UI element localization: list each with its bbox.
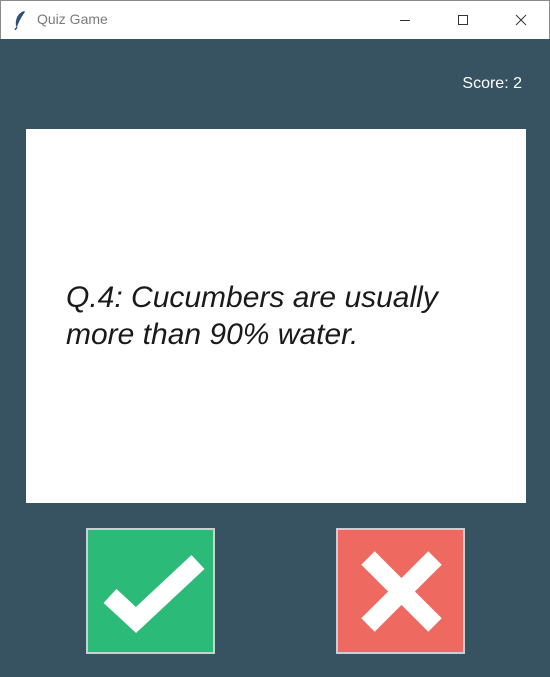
maximize-button[interactable] (440, 1, 486, 39)
score-label: Score: 2 (462, 75, 522, 92)
close-button[interactable] (498, 1, 544, 39)
maximize-icon (458, 15, 468, 25)
minimize-icon (400, 20, 410, 21)
close-icon (515, 14, 527, 26)
false-button[interactable] (336, 528, 465, 654)
minimize-button[interactable] (382, 1, 428, 39)
feather-icon (14, 11, 25, 30)
title-bar[interactable]: Quiz Game (0, 0, 550, 39)
window-title: Quiz Game (37, 11, 108, 27)
cross-icon (361, 551, 442, 632)
quiz-window: Quiz Game Score: 2 Q.4: Cucumbers are us… (0, 0, 550, 677)
question-text: Q.4: Cucumbers are usually more than 90%… (66, 281, 438, 351)
question-card: Q.4: Cucumbers are usually more than 90%… (26, 129, 526, 503)
true-button[interactable] (86, 528, 215, 654)
checkmark-icon (103, 555, 205, 633)
